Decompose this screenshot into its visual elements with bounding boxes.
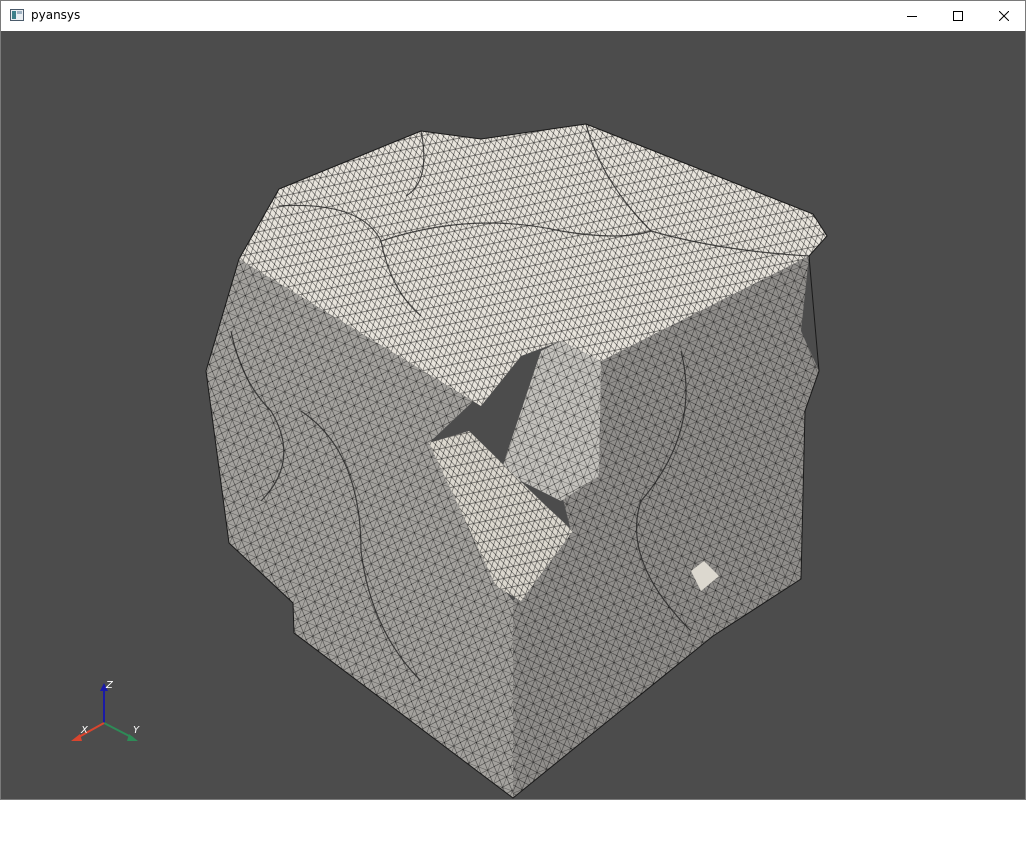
z-axis-label: Z xyxy=(105,680,114,691)
render-viewport[interactable]: Z Y X xyxy=(1,31,1025,799)
y-axis-label: Y xyxy=(133,725,140,736)
app-window: pyansys Z Y X xyxy=(0,0,1026,800)
maximize-icon xyxy=(953,11,963,21)
minimize-button[interactable] xyxy=(889,1,935,31)
mesh-scene: Z Y X xyxy=(71,123,828,799)
close-button[interactable] xyxy=(981,1,1026,31)
x-axis-label: X xyxy=(80,725,89,736)
title-bar[interactable]: pyansys xyxy=(1,1,1025,31)
orientation-axes-widget: Z Y X xyxy=(71,680,140,741)
app-window-icon xyxy=(10,9,24,21)
maximize-button[interactable] xyxy=(935,1,981,31)
close-icon xyxy=(999,11,1009,21)
minimize-icon xyxy=(907,16,917,17)
window-title: pyansys xyxy=(31,8,81,22)
